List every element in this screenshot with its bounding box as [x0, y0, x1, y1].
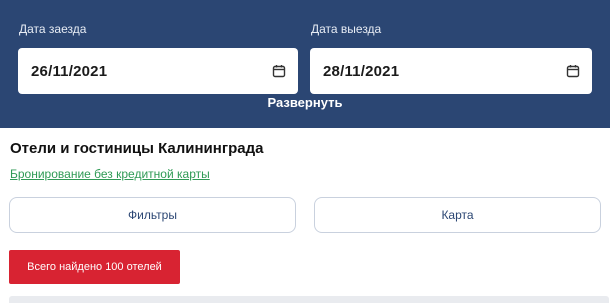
map-button[interactable]: Карта: [314, 197, 601, 233]
calendar-icon[interactable]: [272, 64, 286, 78]
search-panel: Дата заезда 26/11/2021 Дата выезда 28/11…: [0, 0, 610, 128]
calendar-icon[interactable]: [566, 64, 580, 78]
checkout-date-value: 28/11/2021: [323, 62, 400, 80]
checkin-date-value: 26/11/2021: [31, 62, 108, 80]
checkin-date-field[interactable]: 26/11/2021: [18, 48, 298, 94]
filters-button[interactable]: Фильтры: [9, 197, 296, 233]
page-title: Отели и гостиницы Калининграда: [10, 140, 264, 157]
no-credit-card-booking-link[interactable]: Бронирование без кредитной карты: [10, 167, 210, 181]
checkout-date-field[interactable]: 28/11/2021: [310, 48, 592, 94]
checkout-label: Дата выезда: [311, 22, 382, 36]
list-item-top-edge: [9, 296, 609, 303]
expand-search-link[interactable]: Развернуть: [0, 95, 610, 110]
checkin-label: Дата заезда: [19, 22, 87, 36]
results-count-badge: Всего найдено 100 отелей: [9, 250, 180, 284]
